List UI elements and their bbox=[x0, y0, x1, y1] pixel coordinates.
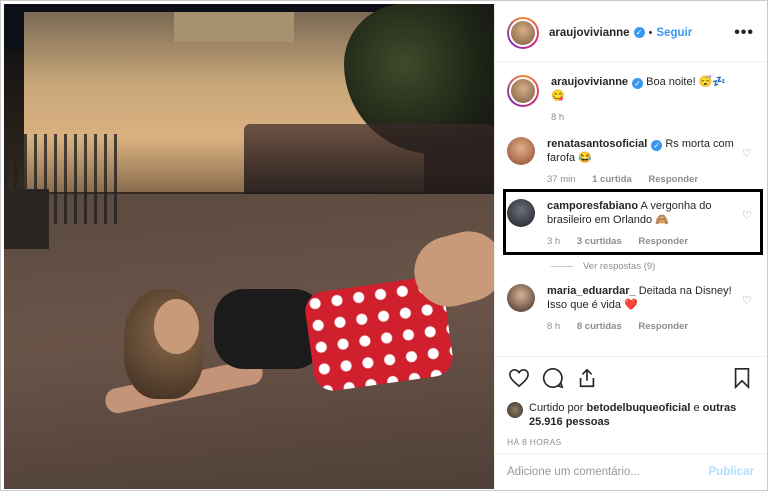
woman-lying-on-ground bbox=[103, 223, 494, 434]
heart-icon[interactable] bbox=[507, 366, 531, 390]
view-replies-label[interactable]: Ver respostas (9) bbox=[583, 261, 655, 272]
caption: araujovivianne ✓ Boa noite! 😴💤😋 8 h bbox=[507, 63, 754, 125]
comment-username[interactable]: camporesfabiano bbox=[547, 200, 638, 212]
comment-time: 8 h bbox=[547, 321, 561, 332]
comment-item: renatasantosoficial ✓ Rs morta com farofa… bbox=[507, 125, 754, 187]
bookmark-icon[interactable] bbox=[730, 366, 754, 390]
comment-username[interactable]: maria_eduardar_ bbox=[547, 285, 636, 297]
comment-time: 3 h bbox=[547, 236, 561, 247]
instagram-post-window: araujovivianne ✓ • Seguir ••• araujovivi… bbox=[0, 0, 768, 491]
author-username[interactable]: araujovivianne bbox=[549, 27, 630, 39]
publish-button[interactable]: Publicar bbox=[709, 466, 754, 478]
verified-icon: ✓ bbox=[632, 78, 644, 89]
comment-likes[interactable]: 1 curtida bbox=[592, 174, 632, 185]
heart-icon[interactable]: ♡ bbox=[742, 147, 754, 160]
comment-likes[interactable]: 3 curtidas bbox=[577, 236, 622, 247]
author-avatar[interactable] bbox=[507, 75, 539, 107]
post-sidebar: araujovivianne ✓ • Seguir ••• araujovivi… bbox=[494, 4, 766, 489]
commenter-avatar[interactable] bbox=[507, 199, 535, 227]
liked-by-connector: e bbox=[693, 402, 700, 414]
comment-time: 37 min bbox=[547, 174, 576, 185]
caption-time: 8 h bbox=[551, 112, 565, 123]
view-replies-link[interactable]: Ver respostas (9) bbox=[551, 261, 754, 272]
post-timestamp[interactable]: HÁ 8 HORAS bbox=[507, 437, 754, 447]
follow-button[interactable]: Seguir bbox=[656, 27, 692, 39]
commenter-avatar[interactable] bbox=[507, 284, 535, 312]
post-header: araujovivianne ✓ • Seguir ••• bbox=[495, 4, 766, 62]
comment-item: maria_eduardar_ Deitada na Disney! Isso … bbox=[507, 272, 754, 334]
building-tower bbox=[174, 12, 294, 42]
share-icon[interactable] bbox=[575, 366, 599, 390]
liked-by: Curtido por betodelbuqueoficial e outras… bbox=[507, 401, 754, 429]
face bbox=[154, 299, 199, 354]
liked-by-prefix: Curtido por bbox=[529, 402, 584, 414]
comment-input[interactable] bbox=[507, 465, 709, 478]
heart-icon[interactable]: ♡ bbox=[742, 209, 754, 222]
replies-line bbox=[551, 266, 573, 267]
heart-icon[interactable]: ♡ bbox=[742, 294, 754, 307]
author-avatar[interactable] bbox=[507, 16, 539, 49]
comments-list[interactable]: araujovivianne ✓ Boa noite! 😴💤😋 8 h renat… bbox=[495, 63, 766, 354]
post-photo[interactable] bbox=[4, 4, 494, 489]
bench bbox=[4, 189, 49, 249]
caption-username[interactable]: araujovivianne bbox=[551, 76, 628, 88]
action-icons bbox=[507, 365, 754, 391]
reply-button[interactable]: Responder bbox=[638, 236, 688, 247]
post-actions: Curtido por betodelbuqueoficial e outras… bbox=[495, 356, 766, 458]
comment-item: camporesfabiano A vergonha do brasileiro… bbox=[507, 187, 754, 249]
reply-button[interactable]: Responder bbox=[648, 174, 698, 185]
liker-username[interactable]: betodelbuqueoficial bbox=[586, 402, 690, 414]
crowd bbox=[244, 124, 494, 204]
more-icon[interactable]: ••• bbox=[734, 24, 754, 42]
commenter-avatar[interactable] bbox=[507, 137, 535, 165]
liker-avatar[interactable] bbox=[507, 402, 523, 418]
separator-dot: • bbox=[648, 26, 653, 39]
verified-icon: ✓ bbox=[633, 27, 645, 38]
comment-icon[interactable] bbox=[541, 366, 565, 390]
add-comment-bar: Publicar bbox=[495, 453, 766, 489]
verified-icon: ✓ bbox=[651, 140, 663, 151]
comment-username[interactable]: renatasantosoficial bbox=[547, 138, 647, 150]
reply-button[interactable]: Responder bbox=[638, 321, 688, 332]
comment-likes[interactable]: 8 curtidas bbox=[577, 321, 622, 332]
